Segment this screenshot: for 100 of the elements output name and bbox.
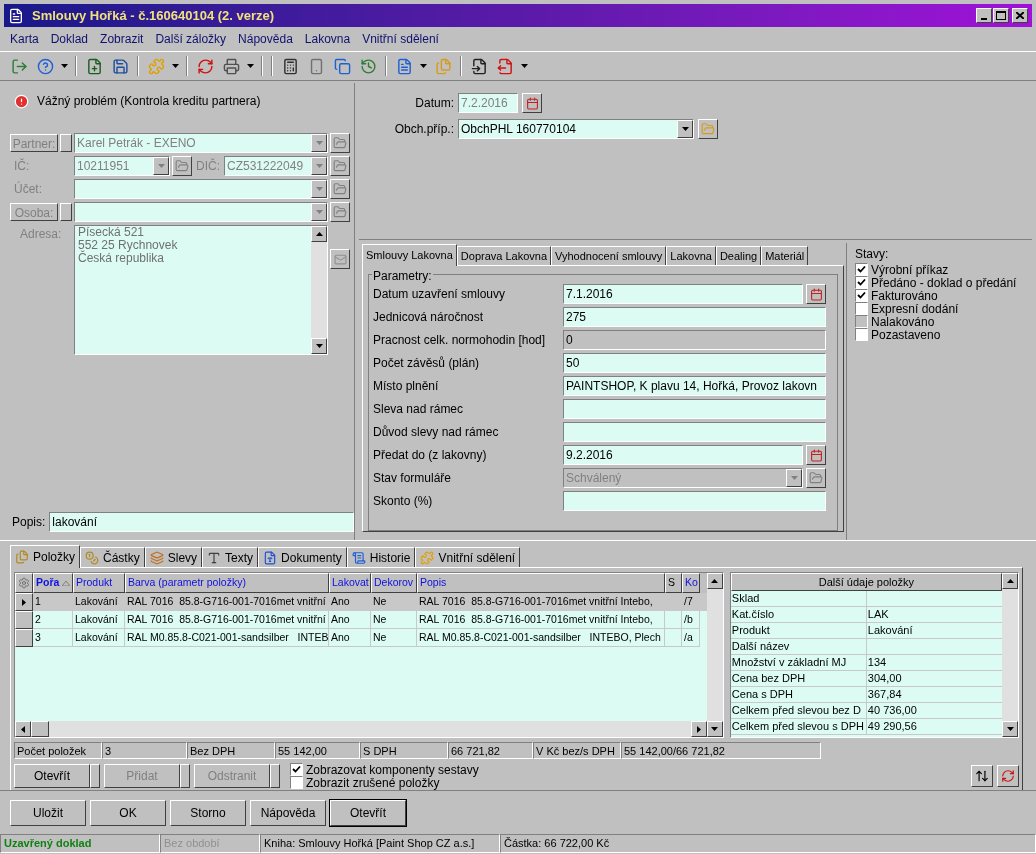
input-field[interactable]: PAINTSHOP, K plavu 14, Hořká, Provoz lakovn <box>563 376 826 396</box>
dropdown-button[interactable] <box>153 157 169 175</box>
column-header[interactable]: Dekorov <box>371 573 417 593</box>
tab[interactable]: Částky <box>80 547 145 567</box>
input-field[interactable]: 9.2.2016 <box>563 445 803 465</box>
input-field[interactable]: 275 <box>563 307 826 327</box>
partner-field[interactable]: Karel Petrák - EXENO <box>74 133 328 153</box>
scroll-down-button[interactable] <box>1002 721 1018 737</box>
menu-item[interactable]: Nápověda <box>238 30 293 48</box>
column-header[interactable]: Pořa <box>33 573 73 593</box>
folder-button[interactable] <box>330 133 350 153</box>
dropdown-button[interactable] <box>311 157 327 175</box>
column-header[interactable]: Popis <box>417 573 665 593</box>
menu-item[interactable]: Karta <box>10 30 39 48</box>
table-row[interactable]: 1 Lakování RAL 7016 85.8-G716-001-7016met vnitřní Ano Ne RAL 7016 85.8-G716-001-7016met vnitřní Intebo, /7 <box>15 593 707 611</box>
folder-button[interactable] <box>172 156 192 176</box>
ic-field[interactable]: 10211951 <box>74 156 170 176</box>
maximize-button[interactable] <box>993 8 1009 23</box>
dropdown-button[interactable] <box>180 764 190 788</box>
dropdown-button[interactable] <box>677 120 693 138</box>
calendar-button[interactable] <box>806 284 826 304</box>
dialog-button[interactable]: OK <box>90 799 166 826</box>
tab[interactable]: Dealing <box>715 246 762 265</box>
horizontal-scrollbar[interactable] <box>15 721 707 737</box>
calendar-button[interactable] <box>522 93 542 113</box>
calendar-button[interactable] <box>806 445 826 465</box>
folder-button[interactable] <box>698 119 718 139</box>
mail-button[interactable] <box>330 249 350 269</box>
folder-button[interactable] <box>330 202 350 222</box>
scroll-left-button[interactable] <box>15 721 31 737</box>
dialog-button[interactable]: Uložit <box>10 799 86 826</box>
row-header[interactable] <box>15 593 33 611</box>
folder-button[interactable] <box>330 156 350 176</box>
tab[interactable]: Slevy <box>144 547 203 567</box>
input-field[interactable] <box>563 491 826 511</box>
column-header[interactable]: Barva (parametr položky) <box>125 573 329 593</box>
scroll-right-button[interactable] <box>690 721 707 737</box>
tab[interactable]: Lakovna <box>666 246 716 265</box>
checkbox[interactable] <box>855 302 868 315</box>
dropdown-button[interactable] <box>90 764 100 788</box>
checkbox[interactable] <box>290 763 303 776</box>
input-field[interactable]: 50 <box>563 353 826 373</box>
address-field[interactable]: Písecká 521 552 25 Rychnovek Česká republika <box>74 225 328 355</box>
tab[interactable]: Smlouvy Lakovna <box>362 244 457 266</box>
folder-button[interactable] <box>330 179 350 199</box>
checkbox[interactable] <box>290 776 303 789</box>
column-header[interactable]: Ko <box>682 573 700 593</box>
vertical-scrollbar[interactable] <box>311 226 327 354</box>
column-header[interactable]: Lakovat <box>329 573 371 593</box>
dic-field[interactable]: CZ531222049 <box>224 156 328 176</box>
tab[interactable]: Texty <box>202 547 259 567</box>
dropdown-button[interactable] <box>311 203 327 221</box>
tab[interactable]: Historie <box>346 547 416 567</box>
menu-item[interactable]: Zobrazit <box>100 30 144 48</box>
vertical-scrollbar[interactable] <box>1002 573 1018 737</box>
readonly-field[interactable]: 0 <box>563 330 826 350</box>
dialog-button[interactable]: Nápověda <box>250 799 326 826</box>
input-field[interactable] <box>563 422 826 442</box>
input-field[interactable]: 7.1.2016 <box>563 284 803 304</box>
checkbox[interactable] <box>855 289 868 302</box>
column-header[interactable]: S <box>665 573 682 593</box>
dialog-button[interactable]: Storno <box>170 799 246 826</box>
column-settings-button[interactable] <box>15 573 33 593</box>
account-field[interactable] <box>74 179 328 199</box>
close-button[interactable] <box>1012 8 1028 23</box>
tab[interactable]: Doprava Lakovna <box>456 246 552 265</box>
tab[interactable]: Materiál <box>761 246 809 265</box>
minimize-button[interactable] <box>976 8 992 23</box>
tab[interactable]: Vyhodnocení smlouvy <box>551 246 667 265</box>
picker-button[interactable] <box>60 203 72 221</box>
dropdown-button[interactable] <box>270 764 280 788</box>
scroll-up-button[interactable] <box>311 226 327 242</box>
checkbox[interactable] <box>855 263 868 276</box>
vertical-scrollbar[interactable] <box>706 573 723 737</box>
column-header[interactable]: Produkt <box>73 573 125 593</box>
picker-button[interactable] <box>60 134 72 152</box>
tab[interactable]: Položky <box>10 545 81 568</box>
dropdown-button[interactable] <box>786 469 802 487</box>
sort-button[interactable] <box>971 765 993 787</box>
checkbox[interactable] <box>855 276 868 289</box>
person-field[interactable] <box>74 202 328 222</box>
scroll-thumb[interactable] <box>31 721 49 737</box>
tab[interactable]: Vnitřní sdělení <box>415 547 521 567</box>
row-header[interactable] <box>15 611 33 629</box>
dialog-button[interactable]: Otevřít <box>330 799 406 826</box>
scroll-up-button[interactable] <box>1002 573 1018 589</box>
refresh-button[interactable] <box>997 765 1019 787</box>
case-field[interactable]: ObchPHL 160770104 <box>458 119 694 139</box>
tab[interactable]: Dokumenty <box>258 547 347 567</box>
action-button[interactable]: Otevřít <box>14 764 90 788</box>
dropdown-button[interactable] <box>311 134 327 152</box>
menu-item[interactable]: Další záložky <box>155 30 227 48</box>
description-field[interactable]: lakování <box>49 512 355 532</box>
input-field[interactable] <box>563 399 826 419</box>
checkbox[interactable] <box>855 328 868 341</box>
folder-button[interactable] <box>806 468 826 488</box>
menu-item[interactable]: Lakovna <box>304 30 351 48</box>
date-field[interactable]: 7.2.2016 <box>458 93 518 113</box>
dropdown-button[interactable] <box>311 180 327 198</box>
menu-item[interactable]: Vnitřní sdělení <box>362 30 439 48</box>
